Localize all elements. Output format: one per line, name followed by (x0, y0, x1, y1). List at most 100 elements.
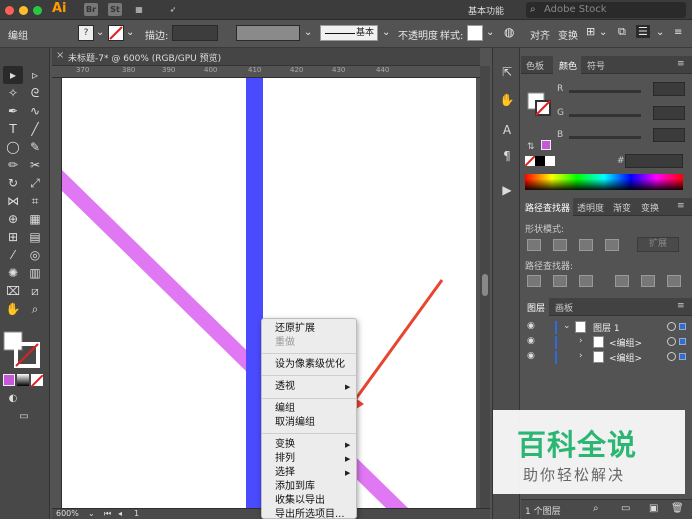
page-number[interactable]: 1 (134, 509, 139, 518)
free-transform-tool-icon[interactable]: ⌗ (25, 192, 45, 210)
scrollbar-thumb[interactable] (482, 274, 488, 296)
type-tool-icon[interactable]: T (3, 120, 23, 138)
align-label[interactable]: 对齐 (530, 27, 550, 42)
fill-color-swatch[interactable]: ? (78, 25, 94, 41)
trim-icon[interactable] (553, 275, 567, 287)
color-mode-icon[interactable] (3, 374, 15, 386)
mesh-tool-icon[interactable]: ⊞ (3, 228, 23, 246)
layer-name[interactable]: <编组> (609, 351, 642, 364)
menu-item-perspective[interactable]: 透视 (275, 380, 295, 394)
target-circle-icon[interactable] (667, 352, 676, 361)
brush-definition-field[interactable]: 基本 (320, 25, 378, 41)
intersect-icon[interactable] (579, 239, 593, 251)
recolor-icon[interactable]: ◍ (504, 25, 514, 39)
tab-color[interactable]: 颜色 (559, 59, 577, 72)
pen-tool-icon[interactable]: ✒ (3, 102, 23, 120)
transform-label[interactable]: 变换 (558, 27, 578, 42)
none-mode-icon[interactable] (30, 374, 44, 388)
vertical-scrollbar[interactable] (480, 66, 490, 508)
menu-item-select[interactable]: 选择 (275, 466, 295, 480)
selection-tool-icon[interactable]: ▸ (3, 66, 23, 84)
brush-dropdown-icon[interactable]: ⌄ (382, 27, 390, 38)
prev-page-icon[interactable]: ◂ (118, 509, 122, 518)
visibility-eye-icon[interactable]: ◉ (527, 351, 535, 361)
menu-item-pixel-optimize[interactable]: 设为像素级优化 (275, 358, 345, 372)
expand-chevron-icon[interactable]: › (579, 336, 583, 346)
zoom-dropdown-icon[interactable]: ⌄ (88, 509, 95, 518)
scale-tool-icon[interactable]: ⤢ (25, 174, 45, 192)
gradient-tool-icon[interactable]: ▤ (25, 228, 45, 246)
menu-item-export-selection[interactable]: 导出所选项目... (275, 508, 345, 519)
unite-icon[interactable] (527, 239, 541, 251)
color-fill-stroke-icon[interactable] (527, 92, 553, 118)
gpu-rocket-icon[interactable]: ➶ (166, 3, 180, 16)
expand-chevron-icon[interactable]: › (579, 351, 583, 361)
layer-row[interactable]: ◉ › <编组> (521, 335, 692, 350)
minimize-window-icon[interactable] (19, 6, 28, 15)
divide-icon[interactable] (527, 275, 541, 287)
hand-tool-icon[interactable]: ✋ (3, 300, 23, 318)
curvature-tool-icon[interactable]: ∿ (25, 102, 45, 120)
tab-swatches[interactable]: 色板 (526, 59, 544, 72)
tab-gradient[interactable]: 渐变 (613, 201, 631, 214)
layer-name[interactable]: <编组> (609, 336, 642, 349)
color-spectrum[interactable] (525, 174, 683, 190)
zoom-window-icon[interactable] (33, 6, 42, 15)
menu-item-add-to-library[interactable]: 添加到库 (275, 480, 315, 494)
opacity-label[interactable]: 不透明度 (398, 27, 438, 42)
expand-chevron-icon[interactable]: ⌄ (563, 321, 571, 331)
selection-indicator[interactable] (679, 338, 686, 345)
tab-transparency[interactable]: 透明度 (577, 201, 604, 214)
adobe-stock-search[interactable]: ⌕ Adobe Stock (526, 2, 686, 18)
zoom-tool-icon[interactable]: ⌕ (25, 300, 45, 318)
fill-stroke-widget[interactable] (2, 330, 48, 370)
search-layer-icon[interactable]: ⌕ (593, 503, 599, 514)
last-color-swatch[interactable] (541, 140, 551, 150)
arrange-icon[interactable]: ⧉ (618, 25, 626, 39)
channel-r-field[interactable] (653, 82, 685, 96)
blend-tool-icon[interactable]: ◎ (25, 246, 45, 264)
layer-row[interactable]: ◉ ⌄ 图层 1 (521, 320, 692, 335)
scissors-tool-icon[interactable]: ✂ (25, 156, 45, 174)
channel-g-field[interactable] (653, 106, 685, 120)
layer-row[interactable]: ◉ › <编组> (521, 350, 692, 365)
document-tab[interactable]: × 未标题-7* @ 600% (RGB/GPU 预览) (52, 48, 480, 66)
tab-transform[interactable]: 变换 (641, 201, 659, 214)
close-tab-icon[interactable]: × (56, 50, 64, 61)
outline-icon[interactable] (641, 275, 655, 287)
paintbrush-tool-icon[interactable]: ✎ (25, 138, 45, 156)
visibility-eye-icon[interactable]: ◉ (527, 321, 535, 331)
close-window-icon[interactable] (5, 6, 14, 15)
new-layer-icon[interactable]: ▣ (649, 503, 658, 514)
style-dropdown-icon[interactable]: ⌄ (486, 27, 494, 38)
workspace-switcher[interactable]: 基本功能 (468, 4, 504, 17)
eyedropper-tool-icon[interactable]: ⁄ (3, 246, 23, 264)
layout-grid-icon[interactable]: ▦ (132, 3, 146, 16)
lasso-tool-icon[interactable]: ᘓ (25, 84, 45, 102)
stroke-dropdown-icon[interactable]: ⌄ (126, 27, 134, 38)
visibility-eye-icon[interactable]: ◉ (527, 336, 535, 346)
collect-icon[interactable]: ▭ (621, 503, 630, 514)
panel-menu-icon[interactable]: ☰ (636, 25, 650, 38)
export-icon[interactable]: ⇱ (499, 64, 515, 80)
magic-wand-tool-icon[interactable]: ✧ (3, 84, 23, 102)
none-swatch[interactable] (524, 155, 536, 167)
crop-icon[interactable] (615, 275, 629, 287)
delete-layer-icon[interactable]: 🗑 (671, 503, 684, 514)
exclude-icon[interactable] (605, 239, 619, 251)
fill-dropdown-icon[interactable]: ⌄ (96, 27, 104, 38)
target-circle-icon[interactable] (667, 337, 676, 346)
panel-menu-icon[interactable]: ≡ (677, 201, 685, 211)
swap-colors-icon[interactable]: ⇅ (527, 142, 535, 152)
direct-selection-tool-icon[interactable]: ▹ (25, 66, 45, 84)
character-panel-icon[interactable]: A (499, 122, 515, 138)
draw-mode-icon[interactable]: ◐ (3, 390, 23, 408)
column-graph-tool-icon[interactable]: ▥ (25, 264, 45, 282)
stock-app-icon[interactable]: St (108, 3, 122, 16)
shape-builder-tool-icon[interactable]: ⊕ (3, 210, 23, 228)
isolate-dropdown-icon[interactable]: ⌄ (599, 27, 607, 38)
isolate-group-icon[interactable]: ⊞ (586, 25, 595, 38)
paragraph-panel-icon[interactable]: ¶ (499, 148, 515, 164)
panel-menu-icon[interactable]: ≡ (677, 59, 685, 69)
menu-item-collect-for-export[interactable]: 收集以导出 (275, 494, 325, 508)
